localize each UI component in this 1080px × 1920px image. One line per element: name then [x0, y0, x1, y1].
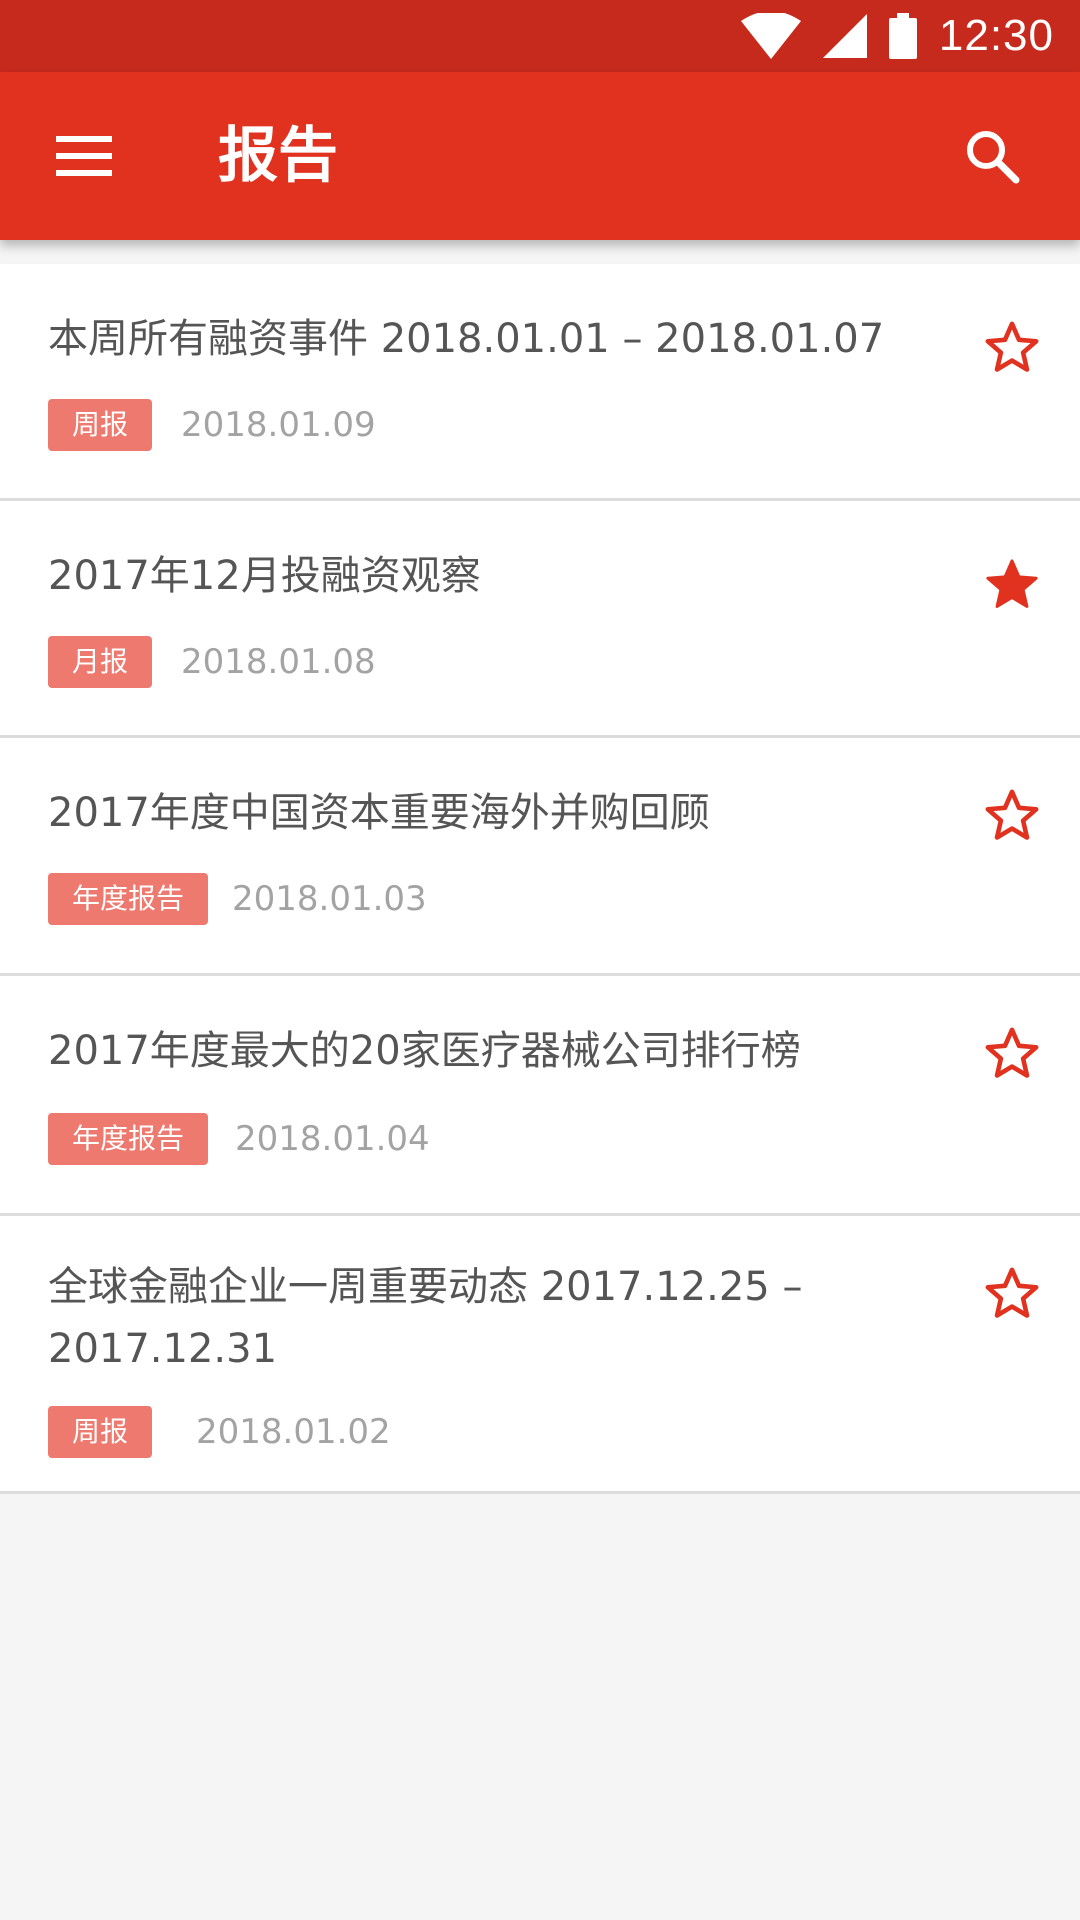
wifi-icon [740, 13, 801, 59]
report-tag: 月报 [48, 636, 153, 688]
list-item[interactable]: 2017年度中国资本重要海外并购回顾 年度报告 2018.01.03 [0, 738, 1080, 976]
list-item[interactable]: 2017年12月投融资观察 月报 2018.01.08 [0, 501, 1080, 738]
report-title: 全球金融企业一周重要动态 2017.12.25 – 2017.12.31 [48, 1264, 803, 1372]
app-bar: 报告 [0, 72, 1080, 240]
list-item[interactable]: 全球金融企业一周重要动态 2017.12.25 – 2017.12.31 周报 … [0, 1216, 1080, 1494]
report-tag: 年度报告 [48, 873, 209, 925]
favorite-button[interactable] [976, 780, 1048, 852]
page-title: 报告 [218, 121, 338, 191]
report-tag: 周报 [48, 1406, 153, 1458]
report-title: 2017年度中国资本重要海外并购回顾 [48, 790, 710, 836]
list-item[interactable]: 本周所有融资事件 2018.01.01 – 2018.01.07 周报 2018… [0, 264, 1080, 501]
report-title: 本周所有融资事件 2018.01.01 – 2018.01.07 [48, 316, 885, 362]
report-date: 2018.01.02 [196, 1412, 391, 1452]
star-outline-icon [985, 1027, 1039, 1078]
favorite-button[interactable] [976, 1018, 1048, 1090]
cell-signal-icon [822, 14, 867, 58]
favorite-button[interactable] [976, 549, 1048, 621]
status-bar: 12:30 [0, 0, 1080, 72]
list-item[interactable]: 2017年度最大的20家医疗器械公司排行榜 年度报告 2018.01.04 [0, 976, 1080, 1216]
report-date: 2018.01.03 [232, 879, 427, 919]
star-outline-icon [985, 1267, 1039, 1318]
report-date: 2018.01.09 [181, 405, 376, 445]
search-button[interactable] [948, 112, 1036, 200]
report-title: 2017年12月投融资观察 [48, 553, 481, 599]
report-tag: 周报 [48, 399, 153, 451]
star-outline-icon [985, 789, 1039, 840]
report-date: 2018.01.04 [235, 1119, 430, 1159]
star-outline-icon [985, 321, 1039, 372]
favorite-button[interactable] [976, 1258, 1048, 1330]
menu-icon [56, 136, 112, 176]
status-time: 12:30 [938, 11, 1054, 60]
star-filled-icon [986, 559, 1038, 608]
report-list: 本周所有融资事件 2018.01.01 – 2018.01.07 周报 2018… [0, 264, 1080, 1494]
menu-button[interactable] [40, 112, 128, 200]
report-title: 2017年度最大的20家医疗器械公司排行榜 [48, 1028, 801, 1074]
favorite-button[interactable] [976, 312, 1048, 384]
search-icon [967, 131, 1020, 184]
report-date: 2018.01.08 [181, 642, 376, 682]
report-tag: 年度报告 [48, 1113, 209, 1165]
battery-icon [888, 13, 917, 59]
